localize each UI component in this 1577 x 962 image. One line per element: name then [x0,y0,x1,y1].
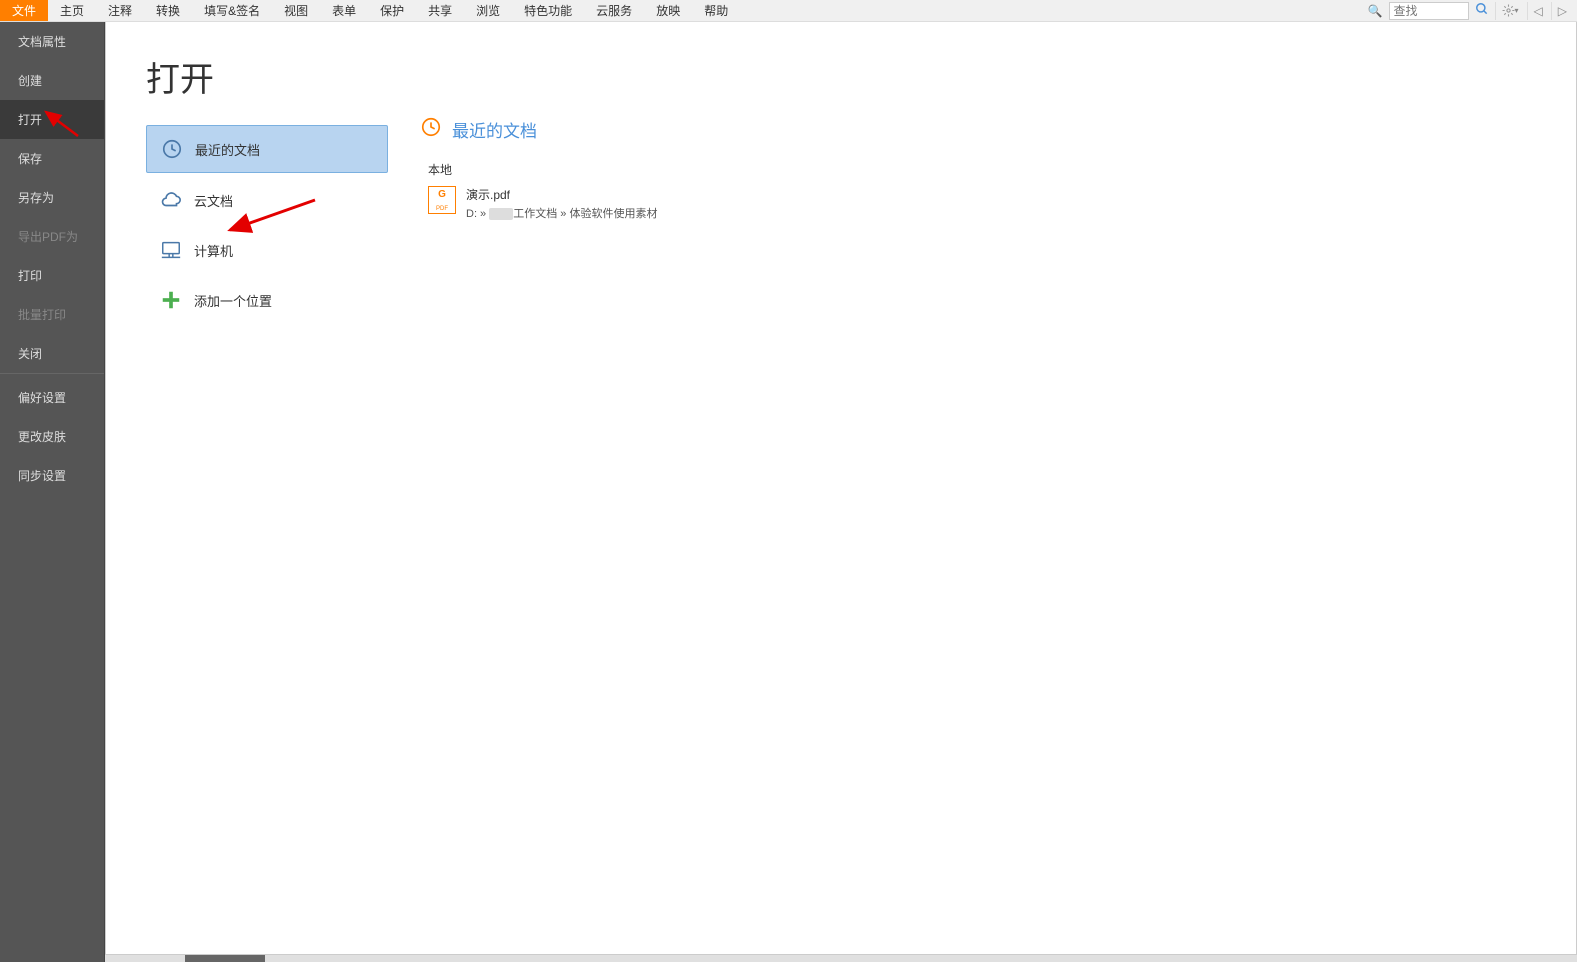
menu-form[interactable]: 表单 [320,0,368,21]
sidebar-item-sync[interactable]: 同步设置 [0,456,104,495]
file-sidebar: 文档属性 创建 打开 保存 另存为 导出PDF为 打印 批量打印 关闭 偏好设置… [0,22,105,962]
computer-icon [160,239,182,261]
option-add-location[interactable]: 添加一个位置 [146,277,388,323]
option-computer[interactable]: 计算机 [146,227,388,273]
sidebar-item-saveas[interactable]: 另存为 [0,178,104,217]
cloud-icon [160,189,182,211]
option-label: 最近的文档 [195,140,260,159]
menu-comment[interactable]: 注释 [96,0,144,21]
recent-file-item[interactable]: PDF 演示.pdf D: » 工作文档 » 体验软件使用素材 [428,184,1576,223]
clock-icon [420,116,442,143]
nav-next-icon[interactable]: ▷ [1551,2,1573,20]
option-cloud-docs[interactable]: 云文档 [146,177,388,223]
sidebar-item-skin[interactable]: 更改皮肤 [0,417,104,456]
menu-home[interactable]: 主页 [48,0,96,21]
menu-protect[interactable]: 保护 [368,0,416,21]
pdf-file-icon: PDF [428,186,456,214]
menu-fillsign[interactable]: 填写&签名 [192,0,272,21]
option-label: 添加一个位置 [194,291,272,310]
plus-icon [160,289,182,311]
option-label: 计算机 [194,241,233,260]
sidebar-item-print[interactable]: 打印 [0,256,104,295]
sidebar-item-preferences[interactable]: 偏好设置 [0,378,104,417]
menu-play[interactable]: 放映 [644,0,692,21]
sidebar-item-save[interactable]: 保存 [0,139,104,178]
search-icon[interactable] [1471,2,1493,19]
menu-browse[interactable]: 浏览 [464,0,512,21]
find-highlight-icon[interactable]: 🔍 [1364,4,1387,18]
menubar: 文件 主页 注释 转换 填写&签名 视图 表单 保护 共享 浏览 特色功能 云服… [0,0,1577,22]
nav-prev-icon[interactable]: ◁ [1527,2,1549,20]
status-bar-strip [105,954,1577,962]
sidebar-item-exportpdf[interactable]: 导出PDF为 [0,217,104,256]
sidebar-item-close[interactable]: 关闭 [0,334,104,374]
menu-feature[interactable]: 特色功能 [512,0,584,21]
local-section-label: 本地 [428,161,1576,178]
menu-view[interactable]: 视图 [272,0,320,21]
sidebar-item-create[interactable]: 创建 [0,61,104,100]
menu-file[interactable]: 文件 [0,0,48,21]
menu-help[interactable]: 帮助 [692,0,740,21]
recent-file-name: 演示.pdf [466,186,657,203]
menu-share[interactable]: 共享 [416,0,464,21]
search-input[interactable] [1389,2,1469,20]
sidebar-item-docprops[interactable]: 文档属性 [0,22,104,61]
menu-cloud[interactable]: 云服务 [584,0,644,21]
recent-header: 最近的文档 [420,116,1576,143]
page-title: 打开 [146,52,396,101]
menu-convert[interactable]: 转换 [144,0,192,21]
option-recent-docs[interactable]: 最近的文档 [146,125,388,173]
clock-icon [161,138,183,160]
recent-header-text: 最近的文档 [452,117,537,142]
sidebar-item-open[interactable]: 打开 [0,100,104,139]
sidebar-item-batchprint[interactable]: 批量打印 [0,295,104,334]
recent-file-path: D: » 工作文档 » 体验软件使用素材 [466,205,657,221]
gear-icon[interactable]: ▾ [1495,2,1525,20]
option-label: 云文档 [194,191,233,210]
